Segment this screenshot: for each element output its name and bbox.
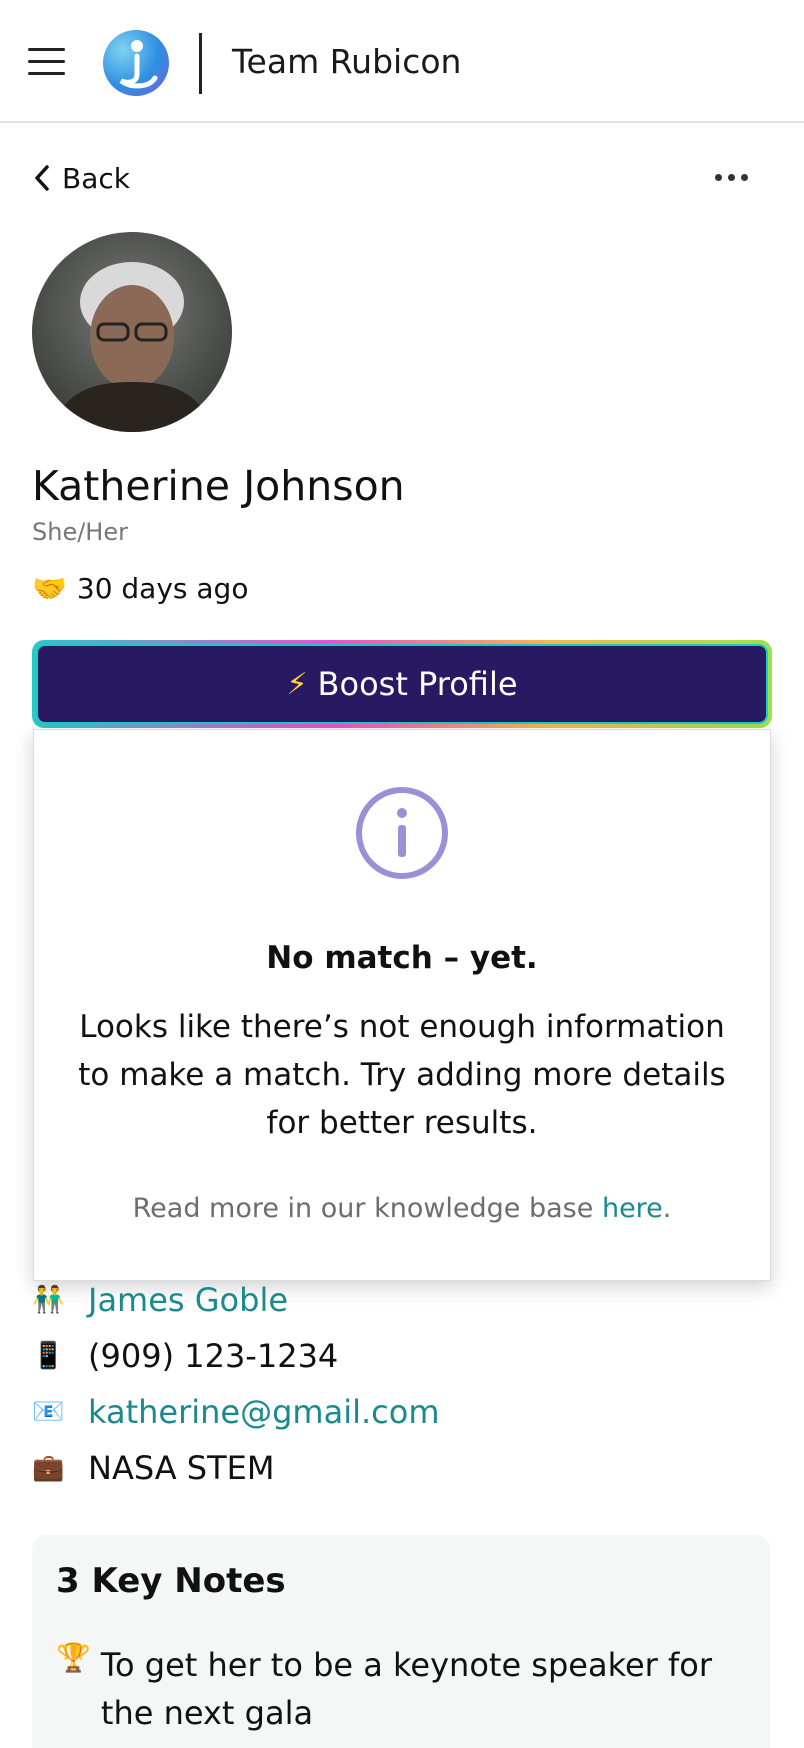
key-notes-title: 3 Key Notes bbox=[56, 1561, 286, 1601]
popover-footer-text: Read more in our knowledge base bbox=[132, 1193, 602, 1224]
popover-footer-period: . bbox=[662, 1193, 672, 1224]
popover-title: No match – yet. bbox=[266, 940, 538, 976]
app-header: Team Rubicon bbox=[0, 0, 804, 123]
lightning-icon: ⚡ bbox=[286, 666, 308, 702]
key-note-text: To get her to be a keynote speaker for t… bbox=[100, 1646, 712, 1732]
back-label: Back bbox=[62, 161, 130, 195]
boost-profile-button[interactable]: ⚡ Boost Profile bbox=[36, 644, 768, 724]
handshake-icon: 🤝 bbox=[32, 572, 67, 605]
org-name: Team Rubicon bbox=[232, 42, 462, 81]
organization: NASA STEM bbox=[88, 1449, 275, 1487]
header-divider bbox=[199, 33, 202, 94]
more-options-icon[interactable] bbox=[715, 162, 755, 192]
phone-number: (909) 123-1234 bbox=[88, 1337, 339, 1375]
boost-profile-frame: ⚡ Boost Profile bbox=[32, 640, 772, 728]
people-icon: 👬 bbox=[32, 1285, 65, 1315]
email-icon: 📧 bbox=[32, 1397, 65, 1427]
contact-row-phone: 📱 (909) 123-1234 bbox=[32, 1332, 338, 1380]
key-notes-card: 3 Key Notes 🏆 To get her to be a keynote… bbox=[32, 1535, 770, 1748]
hamburger-menu-icon[interactable] bbox=[28, 48, 66, 76]
popover-body: Looks like there’s not enough informatio… bbox=[78, 1009, 726, 1141]
contact-row-email: 📧 katherine@gmail.com bbox=[32, 1388, 440, 1436]
popover-footer: Read more in our knowledge base here. bbox=[34, 1193, 770, 1224]
contact-row-connection: 👬 James Goble bbox=[32, 1276, 288, 1324]
boost-profile-label: Boost Profile bbox=[317, 665, 518, 703]
no-match-popover: No match – yet. Looks like there’s not e… bbox=[33, 729, 771, 1281]
chevron-left-icon bbox=[35, 165, 49, 191]
knowledge-base-link[interactable]: here bbox=[602, 1193, 663, 1224]
profile-avatar bbox=[32, 232, 232, 432]
last-contact: 🤝 30 days ago bbox=[32, 572, 248, 605]
profile-name: Katherine Johnson bbox=[32, 462, 405, 510]
phone-icon: 📱 bbox=[32, 1341, 65, 1371]
app-logo[interactable] bbox=[103, 30, 169, 96]
contact-row-organization: 💼 NASA STEM bbox=[32, 1444, 274, 1492]
info-icon bbox=[356, 787, 448, 879]
connection-link[interactable]: James Goble bbox=[88, 1281, 288, 1319]
email-link[interactable]: katherine@gmail.com bbox=[88, 1393, 440, 1431]
trophy-icon: 🏆 bbox=[56, 1641, 91, 1674]
back-button[interactable]: Back bbox=[34, 158, 130, 198]
profile-page: Team Rubicon Back Katherine Johnson She/… bbox=[0, 0, 804, 1748]
key-note-item: 🏆 To get her to be a keynote speaker for… bbox=[56, 1641, 746, 1737]
profile-pronouns: She/Her bbox=[32, 518, 128, 546]
briefcase-icon: 💼 bbox=[32, 1453, 65, 1483]
last-contact-text: 30 days ago bbox=[76, 572, 249, 605]
